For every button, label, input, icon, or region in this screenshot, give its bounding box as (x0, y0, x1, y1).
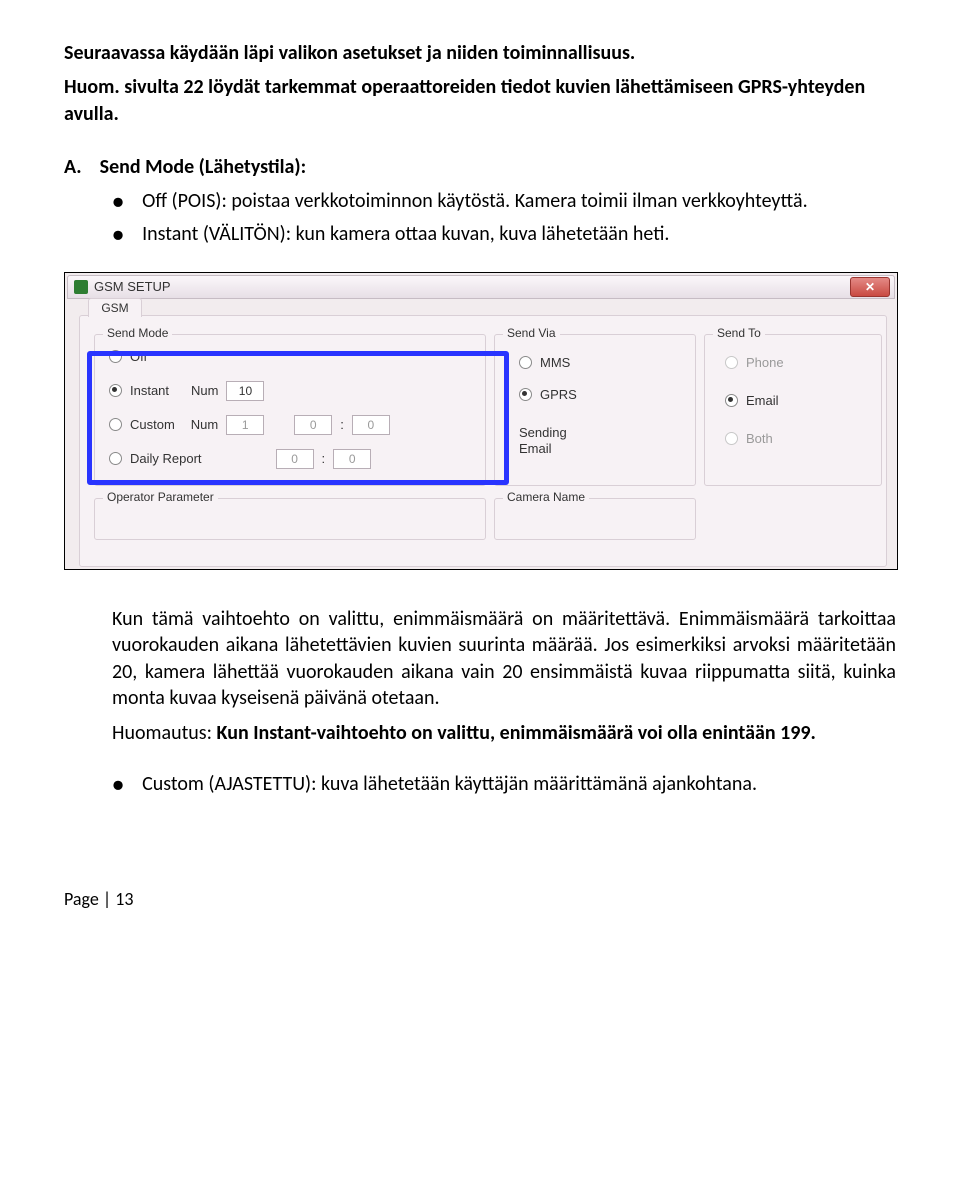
bullet-icon: ● (112, 772, 124, 798)
label-num: Num (191, 417, 218, 432)
radio-both (725, 432, 738, 445)
bullet-text: Off (POIS): poistaa verkkotoiminnon käyt… (142, 189, 896, 215)
radio-custom-label: Custom (130, 417, 175, 432)
input-custom-hour[interactable]: 0 (294, 415, 332, 435)
after-para-2: Huomautus: Kun Instant-vaihtoehto on val… (112, 720, 896, 746)
radio-off[interactable] (109, 350, 122, 363)
page-footer: Page | 13 (64, 888, 896, 910)
bullet-text: Custom (AJASTETTU): kuva lähetetään käyt… (142, 772, 896, 798)
radio-phone-label: Phone (746, 355, 784, 370)
label-email: Email (519, 441, 567, 457)
radio-gprs-label: GPRS (540, 387, 577, 402)
bullet-icon: ● (112, 222, 124, 248)
list-item: ● Off (POIS): poistaa verkkotoiminnon kä… (112, 189, 896, 215)
group-send-via: Send Via MMS GPRS Sending Email (494, 334, 696, 486)
radio-daily-label: Daily Report (130, 451, 202, 466)
close-button[interactable]: ✕ (850, 277, 890, 297)
radio-mms-label: MMS (540, 355, 570, 370)
dialog-body: GSM Send Mode Off Instant Num 10 Custom … (79, 315, 887, 567)
radio-custom[interactable] (109, 418, 122, 431)
group-operator-parameter: Operator Parameter (94, 498, 486, 540)
radio-email[interactable] (725, 394, 738, 407)
group-send-mode: Send Mode Off Instant Num 10 Custom Num … (94, 334, 486, 486)
radio-email-label: Email (746, 393, 779, 408)
group-label: Send Mode (103, 326, 172, 340)
bullet-icon: ● (112, 189, 124, 215)
group-label: Send To (713, 326, 765, 340)
gsm-setup-screenshot: GSM SETUP ✕ GSM Send Mode Off Instant Nu… (64, 272, 898, 570)
note-bold: Kun Instant-vaihtoehto on valittu, enimm… (216, 721, 815, 745)
intro-line2: Huom. sivulta 22 löydät tarkemmat operaa… (64, 74, 896, 127)
input-instant-num[interactable]: 10 (226, 381, 264, 401)
input-custom-num[interactable]: 1 (226, 415, 264, 435)
bullet-text: Instant (VÄLITÖN): kun kamera ottaa kuva… (142, 222, 896, 248)
radio-phone (725, 356, 738, 369)
window-title: GSM SETUP (94, 279, 171, 294)
group-label: Camera Name (503, 490, 589, 504)
list-item: ● Instant (VÄLITÖN): kun kamera ottaa ku… (112, 222, 896, 248)
window-titlebar: GSM SETUP ✕ (67, 275, 895, 299)
radio-daily[interactable] (109, 452, 122, 465)
close-icon: ✕ (865, 280, 875, 294)
app-icon (74, 280, 88, 294)
radio-mms[interactable] (519, 356, 532, 369)
bullet-list-a: ● Off (POIS): poistaa verkkotoiminnon kä… (112, 189, 896, 248)
radio-instant-label: Instant (130, 383, 169, 398)
intro-line1: Seuraavassa käydään läpi valikon asetuks… (64, 40, 896, 66)
group-label: Operator Parameter (103, 490, 218, 504)
section-title: Send Mode (Lähetystila): (100, 155, 307, 179)
radio-both-label: Both (746, 431, 773, 446)
note-prefix: Huomautus: (112, 721, 216, 745)
group-label: Send Via (503, 326, 560, 340)
input-daily-hour[interactable]: 0 (276, 449, 314, 469)
colon: : (340, 417, 344, 432)
after-para-1: Kun tämä vaihtoehto on valittu, enimmäis… (112, 606, 896, 712)
colon: : (322, 451, 326, 466)
radio-instant[interactable] (109, 384, 122, 397)
tab-gsm[interactable]: GSM (88, 298, 142, 317)
list-item: ● Custom (AJASTETTU): kuva lähetetään kä… (112, 772, 896, 798)
input-custom-min[interactable]: 0 (352, 415, 390, 435)
section-a-heading: A. Send Mode (Lähetystila): (64, 155, 896, 179)
radio-gprs[interactable] (519, 388, 532, 401)
label-num: Num (191, 383, 218, 398)
radio-off-label: Off (130, 349, 147, 364)
group-camera-name: Camera Name (494, 498, 696, 540)
section-letter: A. (64, 155, 82, 179)
input-daily-min[interactable]: 0 (333, 449, 371, 469)
label-sending: Sending (519, 425, 567, 441)
group-send-to: Send To Phone Email Both (704, 334, 882, 486)
